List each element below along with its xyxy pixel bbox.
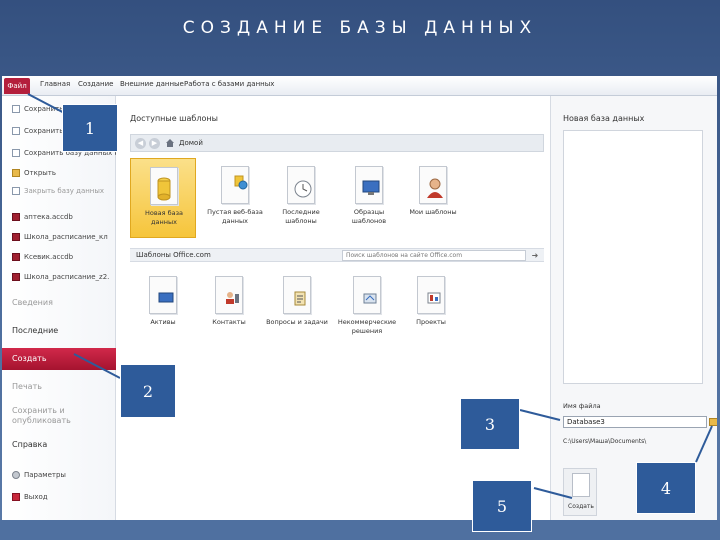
pointer-line-3 <box>519 409 561 421</box>
pointer-line-5 <box>533 487 573 499</box>
callout-1: 1 <box>62 104 118 152</box>
callout-4: 4 <box>636 462 696 514</box>
pointer-line-2 <box>73 353 121 379</box>
callout-pointer-lines <box>27 93 713 499</box>
pointer-line-4 <box>695 425 713 463</box>
callout-5: 5 <box>472 480 532 532</box>
callout-3: 3 <box>460 398 520 450</box>
callout-2: 2 <box>120 364 176 418</box>
